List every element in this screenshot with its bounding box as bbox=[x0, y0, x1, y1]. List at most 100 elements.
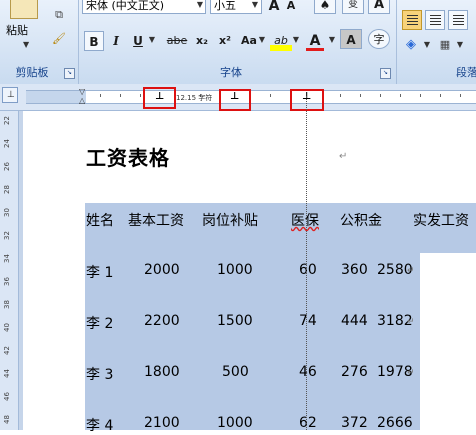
chevron-down-icon[interactable]: ▼ bbox=[326, 31, 338, 49]
ruler-number: 32 bbox=[3, 231, 11, 240]
highlight-button[interactable]: ab bbox=[270, 31, 292, 51]
highlight-box bbox=[219, 89, 251, 111]
ruler-number: 44 bbox=[3, 369, 11, 378]
grow-font-button[interactable]: A bbox=[266, 0, 282, 16]
ruler-number: 26 bbox=[3, 162, 11, 171]
align-center-icon bbox=[430, 15, 441, 25]
table-cell[interactable]: 500 bbox=[222, 364, 249, 380]
phonetic-guide-button[interactable]: 变 bbox=[342, 0, 364, 14]
paragraph-mark-icon: ↵ bbox=[407, 266, 415, 276]
tab-position-guide bbox=[306, 96, 307, 430]
align-right-icon bbox=[453, 15, 464, 25]
group-separator bbox=[78, 0, 79, 84]
chevron-down-icon[interactable]: ▼ bbox=[146, 31, 158, 49]
chevron-down-icon[interactable]: ▼ bbox=[249, 0, 261, 14]
table-cell[interactable]: 李 4 bbox=[86, 415, 113, 435]
ruler-tick bbox=[380, 94, 381, 97]
align-center-button[interactable] bbox=[425, 10, 445, 30]
table-cell[interactable]: 62 bbox=[299, 415, 317, 431]
table-header[interactable]: 姓名 bbox=[86, 210, 114, 230]
copy-icon[interactable]: ⧉ bbox=[52, 8, 66, 22]
table-cell[interactable]: 2000 bbox=[144, 262, 180, 278]
paste-icon[interactable] bbox=[10, 0, 38, 19]
document-title[interactable]: 工资表格 bbox=[86, 142, 170, 171]
paragraph-mark-icon: ↵ bbox=[339, 151, 348, 162]
ruler-number: 34 bbox=[3, 254, 11, 263]
ruler-number: 38 bbox=[3, 300, 11, 309]
table-header[interactable]: 实发工资 bbox=[413, 210, 469, 230]
ruler-tick bbox=[120, 94, 121, 97]
clipboard-dialog-launcher[interactable]: ↘ bbox=[64, 68, 75, 79]
table-cell[interactable]: 74 bbox=[299, 313, 317, 329]
ruler-number: 36 bbox=[3, 277, 11, 286]
table-cell[interactable]: 276 bbox=[341, 364, 368, 380]
chevron-down-icon[interactable]: ▼ bbox=[256, 31, 268, 49]
clear-format-icon[interactable]: ♠ bbox=[314, 0, 336, 14]
table-header[interactable]: 医保 bbox=[291, 210, 319, 230]
font-dialog-launcher[interactable]: ↘ bbox=[380, 68, 391, 79]
vertical-ruler[interactable]: 22 24 26 28 30 32 34 36 38 40 42 44 46 4… bbox=[0, 111, 19, 430]
table-cell[interactable]: 60 bbox=[299, 262, 317, 278]
table-cell[interactable]: 1000 bbox=[217, 262, 253, 278]
ruler-tooltip: 12.15 字符 bbox=[176, 94, 213, 102]
ruler-tick bbox=[140, 94, 141, 97]
group-separator bbox=[396, 0, 397, 84]
underline-button[interactable]: U bbox=[130, 31, 146, 51]
table-cell[interactable]: 1000 bbox=[217, 415, 253, 431]
chevron-down-icon[interactable]: ▼ bbox=[194, 0, 206, 14]
table-header[interactable]: 岗位补贴 bbox=[202, 210, 258, 230]
table-cell[interactable]: 2200 bbox=[144, 313, 180, 329]
table-cell[interactable]: 46 bbox=[299, 364, 317, 380]
table-cell[interactable]: 2100 bbox=[144, 415, 180, 431]
table-cell[interactable]: 李 1 bbox=[86, 262, 113, 282]
border-icon[interactable]: ▦ bbox=[438, 38, 452, 52]
chevron-down-icon[interactable]: ▼ bbox=[421, 36, 433, 54]
ruler-number: 40 bbox=[3, 323, 11, 332]
italic-button[interactable]: I bbox=[108, 31, 124, 51]
table-cell[interactable]: 李 2 bbox=[86, 313, 113, 333]
horizontal-ruler[interactable]: ⊥ ▽ △ 12.15 字符 ⊥ ⊥ ⊥ bbox=[0, 84, 476, 111]
table-cell[interactable]: 372 bbox=[341, 415, 368, 431]
table-cell[interactable]: 2666 bbox=[377, 415, 413, 431]
tab-selector-button[interactable]: ⊥ bbox=[2, 87, 18, 103]
table-header[interactable]: 基本工资 bbox=[128, 210, 184, 230]
subscript-button[interactable]: x₂ bbox=[192, 31, 212, 51]
highlight-box bbox=[290, 89, 324, 111]
align-left-button[interactable] bbox=[402, 10, 422, 30]
ruler-number: 28 bbox=[3, 185, 11, 194]
chevron-down-icon[interactable]: ▼ bbox=[454, 36, 466, 54]
paragraph-mark-icon: ↵ bbox=[407, 368, 415, 378]
ruler-tick bbox=[100, 94, 101, 97]
strikethrough-button[interactable]: abe bbox=[164, 31, 190, 51]
shrink-font-button[interactable]: A bbox=[284, 0, 298, 16]
font-name-field[interactable]: 宋体 (中文正文) bbox=[82, 0, 206, 14]
paragraph-shading-icon[interactable]: ◈ bbox=[404, 38, 418, 52]
chevron-down-icon[interactable]: ▼ bbox=[290, 31, 302, 49]
first-line-indent-marker[interactable]: ▽ bbox=[79, 87, 89, 96]
table-header[interactable]: 公积金 bbox=[340, 210, 382, 230]
font-color-button[interactable]: A bbox=[306, 31, 324, 51]
clipboard-group-label: 剪贴板 bbox=[15, 66, 49, 79]
ruler-tick bbox=[440, 94, 441, 97]
ruler-left-margin bbox=[26, 90, 86, 104]
bold-button[interactable]: B bbox=[84, 31, 104, 51]
table-cell[interactable]: 1800 bbox=[144, 364, 180, 380]
superscript-button[interactable]: x² bbox=[214, 31, 236, 51]
chevron-down-icon[interactable]: ▼ bbox=[23, 40, 29, 49]
char-shading-button[interactable]: A bbox=[340, 29, 362, 49]
hanging-indent-marker[interactable]: △ bbox=[79, 96, 89, 105]
enclose-char-button[interactable]: 字 bbox=[368, 29, 390, 49]
paste-button[interactable]: 粘贴 bbox=[6, 22, 28, 38]
selection-highlight bbox=[85, 253, 420, 430]
char-border-button[interactable]: A bbox=[368, 0, 390, 14]
ruler-number: 48 bbox=[3, 415, 11, 424]
align-right-button[interactable] bbox=[448, 10, 468, 30]
ruler-number: 30 bbox=[3, 208, 11, 217]
ruler-tick bbox=[270, 94, 271, 97]
table-cell[interactable]: 360 bbox=[341, 262, 368, 278]
table-cell[interactable]: 1500 bbox=[217, 313, 253, 329]
ruler-tick bbox=[400, 94, 401, 97]
table-cell[interactable]: 李 3 bbox=[86, 364, 113, 384]
format-painter-icon[interactable]: 🖌 bbox=[52, 32, 66, 46]
table-cell[interactable]: 444 bbox=[341, 313, 368, 329]
